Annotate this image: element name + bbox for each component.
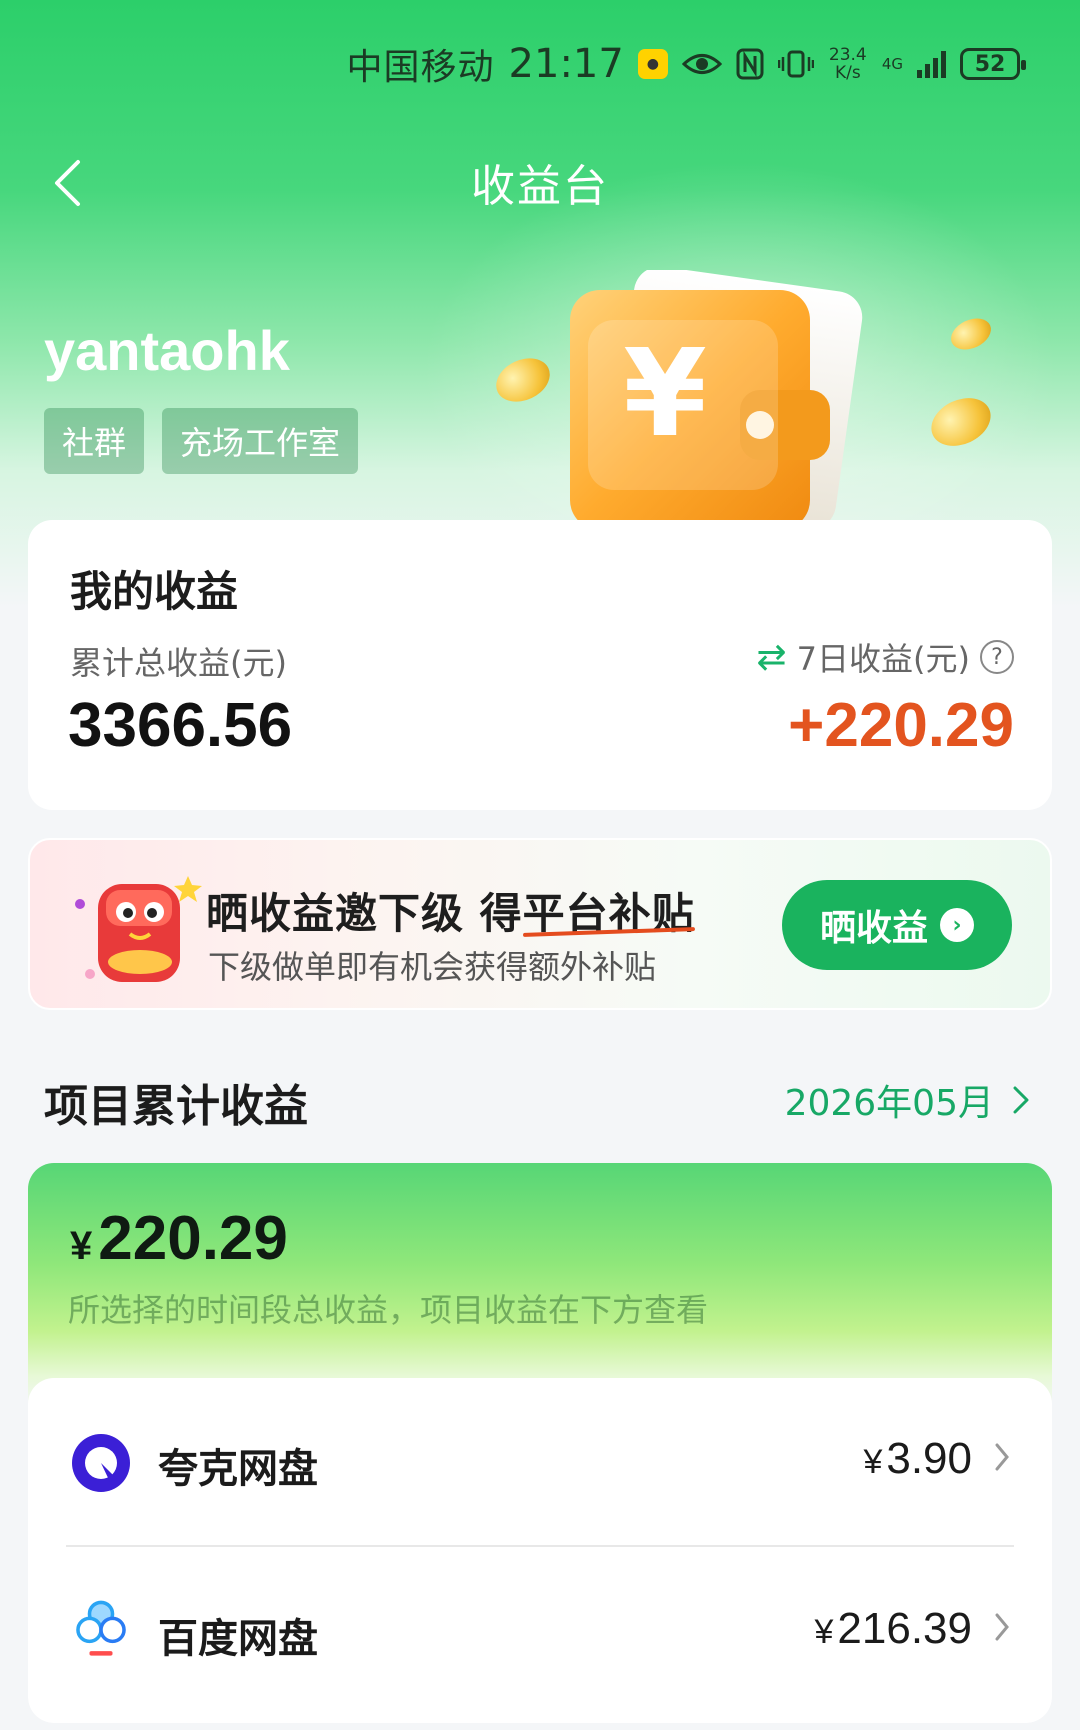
profile-tags: 社群 充场工作室 bbox=[44, 408, 359, 474]
period-label: 2026年05月 bbox=[784, 1083, 994, 1124]
promo-banner[interactable]: 晒收益邀下级 得平台补贴 下级做单即有机会获得额外补贴 晒收益 › bbox=[28, 838, 1052, 1010]
project-amount-value: 216.39 bbox=[837, 1604, 972, 1653]
switch-icon[interactable]: ⇄ bbox=[756, 637, 786, 678]
promo-title: 晒收益邀下级 得平台补贴 bbox=[206, 880, 695, 941]
project-amount: ¥216.39 bbox=[815, 1604, 973, 1654]
project-total-card: ¥220.29 所选择的时间段总收益，项目收益在下方查看 夸克网盘 ¥3.90 bbox=[28, 1163, 1052, 1723]
total-earnings-label: 累计总收益(元) bbox=[70, 644, 287, 682]
my-earnings-card: 我的收益 累计总收益(元) 3366.56 ⇄ 7日收益(元) ? +220.2… bbox=[28, 520, 1052, 810]
username: yantaohk bbox=[44, 319, 290, 382]
promo-title-highlight: 平台补贴 bbox=[522, 889, 695, 938]
project-row-baidu[interactable]: 百度网盘 ¥216.39 bbox=[28, 1548, 1052, 1718]
wallet-illustration: ¥ bbox=[470, 270, 1030, 530]
clock: 21:17 bbox=[508, 41, 624, 87]
nfc-icon bbox=[736, 48, 764, 80]
project-earnings-title: 项目累计收益 bbox=[44, 1081, 308, 1132]
project-amount-value: 3.90 bbox=[886, 1434, 972, 1483]
project-amount: ¥3.90 bbox=[863, 1434, 972, 1484]
project-total-value: 220.29 bbox=[98, 1204, 288, 1273]
network-speed: 23.4 K/s bbox=[828, 46, 868, 82]
my-earnings-title: 我的收益 bbox=[70, 567, 239, 616]
project-row-quark[interactable]: 夸克网盘 ¥3.90 bbox=[28, 1378, 1052, 1548]
red-envelope-mascot-icon bbox=[75, 876, 202, 982]
currency-symbol: ¥ bbox=[863, 1443, 883, 1481]
vibrate-icon bbox=[777, 49, 814, 79]
chevron-right-icon bbox=[995, 1613, 1009, 1641]
project-name: 百度网盘 bbox=[158, 1616, 318, 1662]
quark-logo-icon bbox=[72, 1434, 130, 1492]
network-speed-unit: K/s bbox=[834, 63, 861, 83]
battery-level: 52 bbox=[974, 51, 1006, 77]
promo-subtitle: 下级做单即有机会获得额外补贴 bbox=[208, 948, 657, 986]
battery-icon: 52 bbox=[960, 48, 1026, 80]
help-icon[interactable]: ? bbox=[980, 640, 1014, 674]
status-bar: 中国移动 21:17 ● 23.4 K/s 4G 52 bbox=[346, 36, 1026, 92]
tag-studio: 充场工作室 bbox=[162, 408, 359, 474]
carrier-label: 中国移动 bbox=[346, 47, 495, 88]
share-earnings-button[interactable]: 晒收益 › bbox=[782, 880, 1012, 970]
chevron-right-icon bbox=[1013, 1086, 1029, 1114]
period-selector[interactable]: 2026年05月 bbox=[785, 1074, 1030, 1126]
seven-day-earnings-header: ⇄ 7日收益(元) ? bbox=[756, 634, 1014, 680]
svg-text:¥: ¥ bbox=[623, 325, 707, 464]
chevron-right-icon bbox=[995, 1443, 1009, 1471]
network-speed-value: 23.4 bbox=[828, 45, 867, 65]
promo-title-text: 晒收益邀下级 得 bbox=[206, 889, 523, 938]
network-type: 4G bbox=[881, 55, 903, 73]
baidu-netdisk-logo-icon bbox=[76, 1600, 126, 1656]
total-earnings-value: 3366.56 bbox=[68, 691, 293, 760]
divider bbox=[66, 1545, 1014, 1547]
seven-day-earnings-value: +220.29 bbox=[788, 691, 1014, 760]
currency-symbol: ¥ bbox=[70, 1224, 93, 1268]
seven-day-earnings-label: 7日收益(元) bbox=[796, 640, 970, 678]
chevron-right-circle-icon: › bbox=[940, 908, 974, 942]
project-total-description: 所选择的时间段总收益，项目收益在下方查看 bbox=[68, 1291, 709, 1329]
currency-symbol: ¥ bbox=[814, 1613, 834, 1651]
project-name: 夸克网盘 bbox=[158, 1446, 318, 1492]
project-list: 夸克网盘 ¥3.90 百度网盘 ¥216.39 bbox=[28, 1378, 1052, 1723]
share-earnings-button-label: 晒收益 bbox=[819, 908, 928, 949]
eye-comfort-icon bbox=[681, 51, 722, 77]
project-total-amount: ¥220.29 bbox=[70, 1203, 288, 1274]
page-title: 收益台 bbox=[471, 161, 609, 212]
notification-app-icon: ● bbox=[637, 49, 668, 79]
tag-community: 社群 bbox=[44, 408, 145, 474]
signal-strength-icon bbox=[917, 50, 946, 78]
